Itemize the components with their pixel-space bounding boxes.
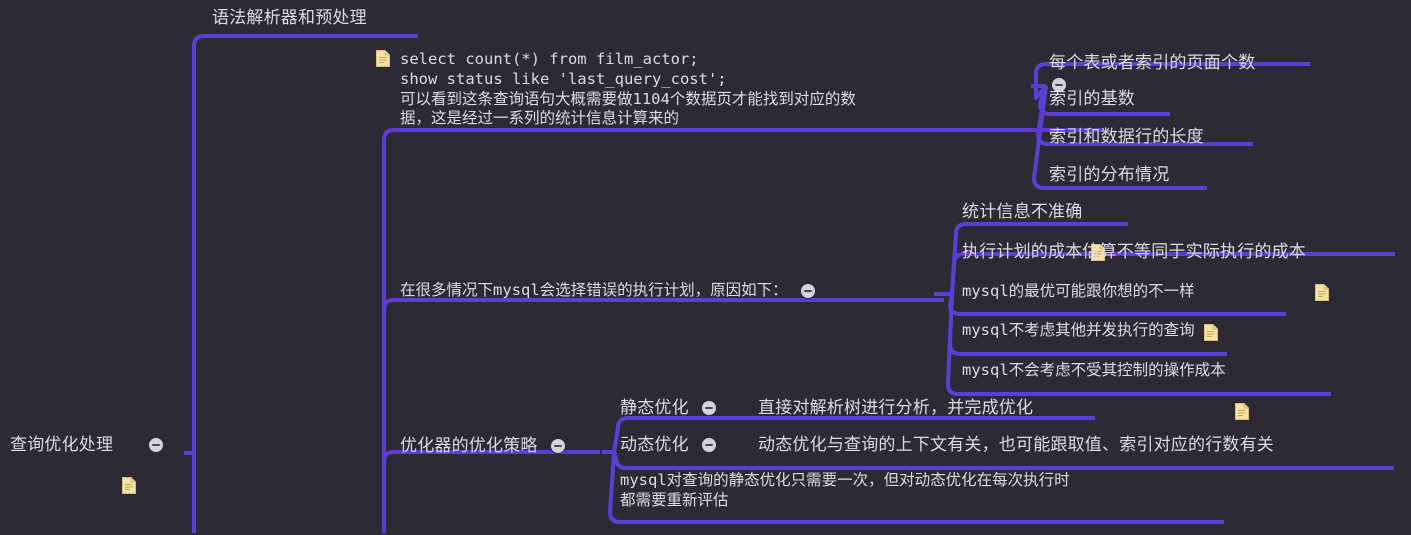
wrong-plan-child-5[interactable]: mysql不会考虑不受其控制的操作成本 <box>962 361 1249 421</box>
note-icon[interactable] <box>1203 283 1218 342</box>
branch-wrong-plan-label: 在很多情况下mysql会选择错误的执行计划，原因如下： <box>400 281 788 299</box>
branch-parser[interactable]: 语法解析器和预处理 <box>212 7 390 68</box>
mindmap-canvas: 查询优化处理 语法解析器和预处理 select count(*) from fi… <box>0 0 1411 533</box>
optimizer-child-note-label: mysql对查询的静态优化只需要一次，但对动态优化在每次执行时 都需要重新评估 <box>620 471 1070 509</box>
branch-optimizer-collapse-bullet[interactable] <box>550 438 565 453</box>
root-label: 查询优化处理 <box>10 435 114 454</box>
note-icon[interactable] <box>1315 243 1329 302</box>
optimizer-dynamic-detail[interactable]: 动态优化与查询的上下文有关，也可能跟取值、索引对应的行数有关 <box>758 434 1274 456</box>
link-wrongplan-underline <box>382 298 944 311</box>
wrong-plan-child-4-label: mysql不考虑其他并发执行的查询 <box>962 321 1195 339</box>
optimizer-child-dynamic-label: 动态优化 <box>620 435 689 454</box>
branch-optimizer-strategy-label: 优化器的优化策略 <box>400 436 538 455</box>
wrong-plan-child-3-label: mysql的最优可能跟你想的不一样 <box>962 282 1195 300</box>
cost-child-1[interactable]: 每个表或者索引的页面个数 <box>1049 52 1255 74</box>
branch-parser-label: 语法解析器和预处理 <box>212 8 367 27</box>
note-icon[interactable] <box>122 436 137 495</box>
optimizer-static-detail-label: 直接对解析树进行分析，并完成优化 <box>758 398 1034 417</box>
note-icon[interactable] <box>1091 203 1106 262</box>
wrong-plan-child-4[interactable]: mysql不考虑其他并发执行的查询 <box>962 321 1195 341</box>
wrong-plan-child-3[interactable]: mysql的最优可能跟你想的不一样 <box>962 282 1218 342</box>
branch-wrong-plan[interactable]: 在很多情况下mysql会选择错误的执行计划，原因如下： <box>400 281 815 301</box>
branch-cost-label: select count(*) from film_actor; show st… <box>400 50 856 128</box>
cost-child-4-label: 索引的分布情况 <box>1049 165 1170 184</box>
root-node[interactable]: 查询优化处理 <box>10 434 164 495</box>
branch-wrong-plan-collapse-bullet[interactable] <box>800 283 815 298</box>
cost-child-4[interactable]: 索引的分布情况 <box>1049 164 1169 186</box>
cost-child-2[interactable]: 索引的基数 <box>1049 88 1135 110</box>
optimizer-child-static-label: 静态优化 <box>620 398 689 417</box>
optimizer-child-note[interactable]: mysql对查询的静态优化只需要一次，但对动态优化在每次执行时 都需要重新评估 <box>620 471 1070 511</box>
wrong-plan-child-5-label: mysql不会考虑不受其控制的操作成本 <box>962 361 1226 379</box>
branch-cost[interactable]: select count(*) from film_actor; show st… <box>400 50 1066 129</box>
static-collapse-bullet[interactable] <box>701 400 716 415</box>
branch-optimizer-strategy[interactable]: 优化器的优化策略 <box>400 435 565 457</box>
wrong-plan-child-1[interactable]: 统计信息不准确 <box>962 201 1106 262</box>
note-icon[interactable] <box>375 9 390 68</box>
cost-child-3[interactable]: 索引和数据行的长度 <box>1049 126 1204 148</box>
cost-child-2-label: 索引的基数 <box>1049 89 1135 108</box>
wrong-plan-child-1-label: 统计信息不准确 <box>962 202 1083 221</box>
dynamic-collapse-bullet[interactable] <box>701 437 716 452</box>
wrong-plan-child-2-label: 执行计划的成本估算不等同于实际执行的成本 <box>962 242 1306 261</box>
optimizer-child-static[interactable]: 静态优化 <box>620 397 716 419</box>
optimizer-dynamic-detail-label: 动态优化与查询的上下文有关，也可能跟取值、索引对应的行数有关 <box>758 435 1274 454</box>
link-cost-underline <box>382 128 1104 141</box>
optimizer-child-dynamic[interactable]: 动态优化 <box>620 434 716 456</box>
cost-child-3-label: 索引和数据行的长度 <box>1049 127 1204 146</box>
cost-child-1-label: 每个表或者索引的页面个数 <box>1049 53 1256 72</box>
root-collapse-bullet[interactable] <box>149 437 164 452</box>
optimizer-static-detail[interactable]: 直接对解析树进行分析，并完成优化 <box>758 397 1033 419</box>
wrong-plan-child-2[interactable]: 执行计划的成本估算不等同于实际执行的成本 <box>962 241 1329 302</box>
note-icon[interactable] <box>1234 362 1249 421</box>
